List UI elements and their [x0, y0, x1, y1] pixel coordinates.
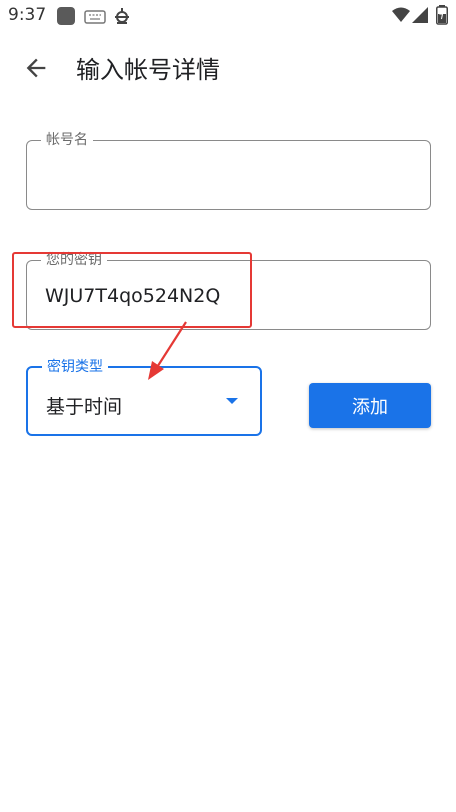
account-name-input[interactable]: [45, 165, 415, 187]
bug-icon: [112, 6, 132, 30]
add-button[interactable]: 添加: [309, 383, 431, 428]
back-arrow-icon[interactable]: [22, 54, 50, 82]
wifi-icon: [392, 7, 410, 27]
status-time: 9:37: [8, 5, 47, 25]
secret-key-label: 您的密钥: [41, 251, 107, 269]
signal-icon: [412, 7, 428, 27]
key-type-label: 密钥类型: [42, 358, 108, 376]
status-bar: 9:37: [0, 0, 456, 32]
page-title: 输入帐号详情: [76, 56, 220, 84]
battery-icon: [436, 5, 448, 29]
secret-key-input[interactable]: [45, 285, 415, 307]
key-type-dropdown[interactable]: 密钥类型 基于时间: [26, 358, 262, 436]
account-name-field[interactable]: 帐号名: [26, 131, 431, 210]
app-square-icon: [56, 6, 76, 30]
secret-key-field[interactable]: 您的密钥: [26, 251, 431, 330]
keyboard-icon: [84, 9, 106, 28]
account-name-label: 帐号名: [41, 131, 93, 149]
key-type-value: 基于时间: [46, 396, 123, 418]
app-bar: 输入帐号详情: [0, 40, 456, 96]
dropdown-arrow-icon[interactable]: [226, 398, 238, 404]
